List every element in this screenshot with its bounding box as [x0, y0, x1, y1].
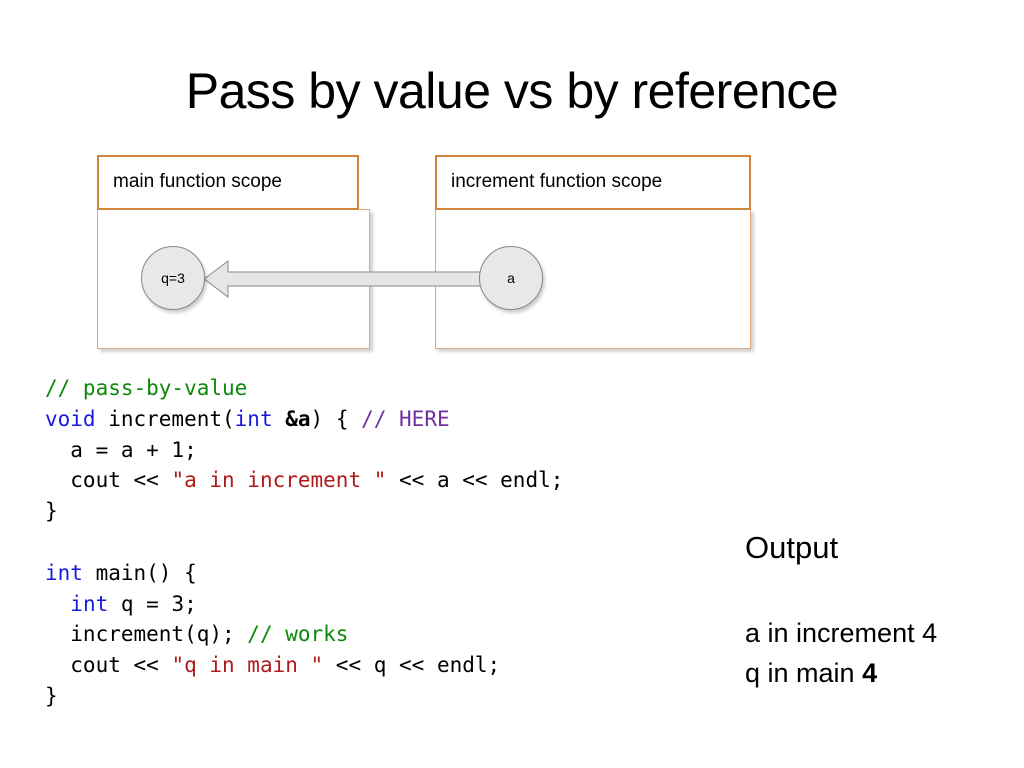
keyword: int [234, 406, 273, 431]
code-line-5: } [45, 499, 58, 524]
code-line-4: cout << "a in increment " << a << endl; [45, 468, 563, 492]
here-comment: // HERE [361, 406, 450, 431]
keyword: void [45, 406, 96, 431]
reference-param: &a [272, 406, 311, 431]
arrow-shape [203, 260, 486, 298]
keyword: int [70, 591, 109, 616]
slide-title: Pass by value vs by reference [185, 63, 839, 119]
code-line-11: } [45, 683, 58, 708]
code-text: << a << endl; [386, 468, 564, 493]
code-block: // pass-by-value void increment(int &a) … [45, 373, 563, 712]
output-text: q in main [745, 658, 863, 688]
code-line-9: increment(q); // works [45, 622, 348, 646]
string-literal: "q in main " [171, 653, 324, 678]
reference-arrow [203, 260, 486, 298]
code-line-2: void increment(int &a) { // HERE [45, 407, 450, 431]
code-text: increment(q); [45, 622, 248, 647]
output-line-2: q in main 4 [745, 658, 877, 689]
comment: // works [247, 622, 349, 647]
code-text: q = 3; [108, 591, 197, 616]
code-text: ) { [310, 406, 362, 431]
code-text: cout << [45, 468, 172, 493]
variable-a-circle: a [479, 246, 543, 310]
output-value: 4 [862, 658, 878, 688]
main-scope-header: main function scope [97, 155, 359, 210]
code-line-10: cout << "q in main " << q << endl; [45, 653, 500, 677]
code-line-7: int main() { [45, 561, 197, 585]
code-line-3: a = a + 1; [45, 437, 197, 462]
keyword: int [45, 560, 83, 585]
comment: // pass-by-value [45, 376, 248, 400]
output-line-1: a in increment 4 [745, 618, 938, 648]
code-line-8: int q = 3; [45, 591, 197, 616]
code-text: << q << endl; [323, 653, 501, 678]
code-line-1: // pass-by-value [45, 376, 247, 400]
increment-scope-header: increment function scope [435, 155, 751, 210]
function-name: increment( [95, 406, 235, 431]
output-heading: Output [745, 530, 839, 565]
variable-q-circle: q=3 [141, 246, 205, 310]
string-literal: "a in increment " [171, 468, 387, 493]
code-text: main() { [82, 560, 197, 585]
code-text: cout << [45, 653, 172, 678]
